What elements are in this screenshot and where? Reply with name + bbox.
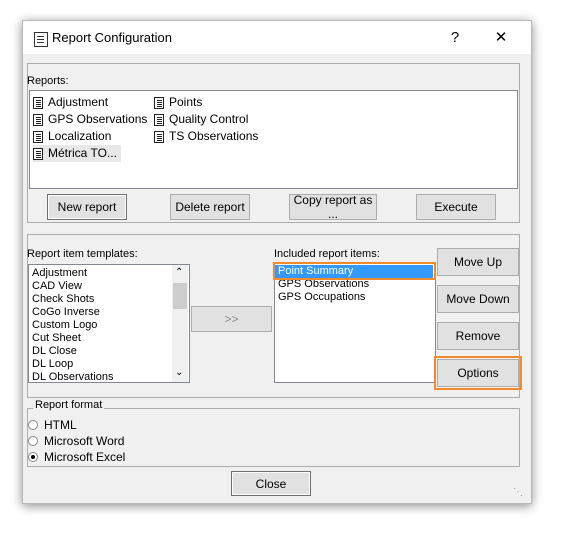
remove-button[interactable]: Remove — [437, 322, 519, 350]
move-up-button[interactable]: Move Up — [437, 248, 519, 276]
report-item[interactable]: GPS Observations — [33, 111, 147, 128]
report-item[interactable]: TS Observations — [154, 128, 258, 145]
add-item-button[interactable]: >> — [191, 306, 272, 332]
format-option-html[interactable]: HTML — [28, 418, 77, 432]
execute-button[interactable]: Execute — [416, 194, 496, 220]
close-icon[interactable]: ✕ — [479, 21, 523, 54]
scroll-down-icon[interactable]: ⌄ — [175, 367, 183, 378]
radio-button[interactable] — [28, 420, 38, 430]
selection-highlight — [273, 262, 436, 280]
report-configuration-dialog: Report Configuration ? ✕ Reports: Adjust… — [22, 20, 532, 504]
radio-button-selected[interactable] — [28, 452, 38, 462]
scroll-thumb[interactable] — [173, 283, 187, 309]
close-button[interactable]: Close — [231, 471, 311, 496]
report-document-icon — [33, 130, 43, 143]
reports-label: Reports: — [27, 75, 69, 87]
report-document-icon — [33, 96, 43, 109]
report-item[interactable]: Quality Control — [154, 111, 248, 128]
title-bar: Report Configuration ? ✕ — [23, 21, 531, 54]
delete-report-button[interactable]: Delete report — [170, 194, 250, 220]
report-document-icon — [33, 113, 43, 126]
included-item[interactable]: GPS Occupations — [275, 291, 433, 304]
templates-label: Report item templates: — [27, 248, 138, 260]
template-item[interactable]: Cut Sheet — [29, 332, 171, 345]
reports-list[interactable]: Adjustment Points GPS Observations Quali… — [29, 90, 518, 189]
template-item[interactable]: Check Shots — [29, 293, 171, 306]
new-report-button[interactable]: New report — [47, 194, 127, 220]
template-item[interactable]: DL Loop — [29, 358, 171, 371]
template-item[interactable]: DL Close — [29, 345, 171, 358]
template-item[interactable]: CAD View — [29, 280, 171, 293]
report-document-icon — [34, 32, 48, 47]
format-option-excel[interactable]: Microsoft Excel — [28, 450, 125, 464]
help-button[interactable]: ? — [433, 21, 477, 54]
templates-list[interactable]: Adjustment CAD View Check Shots CoGo Inv… — [28, 264, 190, 383]
copy-report-button[interactable]: Copy report as ... — [289, 193, 377, 221]
report-format-label: Report format — [33, 399, 105, 411]
report-item[interactable]: Localization — [33, 128, 111, 145]
included-list[interactable]: Point Summary GPS Observations GPS Occup… — [274, 263, 436, 383]
report-document-icon — [154, 113, 164, 126]
move-down-button[interactable]: Move Down — [437, 285, 519, 313]
report-document-icon — [33, 147, 43, 160]
radio-button[interactable] — [28, 436, 38, 446]
window-title: Report Configuration — [52, 30, 172, 45]
format-option-word[interactable]: Microsoft Word — [28, 434, 124, 448]
report-item[interactable]: Points — [154, 94, 202, 111]
templates-scrollbar[interactable]: ⌃ ⌄ — [172, 265, 188, 382]
template-item[interactable]: CoGo Inverse — [29, 306, 171, 319]
report-item-selected[interactable]: Métrica TO... — [33, 145, 121, 162]
resize-grip-icon[interactable]: ⋱ — [513, 487, 523, 498]
template-item[interactable]: Adjustment — [29, 267, 171, 280]
template-item[interactable]: DL Observations — [29, 371, 171, 382]
report-item[interactable]: Adjustment — [33, 94, 108, 111]
included-label: Included report items: — [274, 248, 380, 260]
template-item[interactable]: Custom Logo — [29, 319, 171, 332]
options-highlight — [434, 356, 522, 390]
report-document-icon — [154, 96, 164, 109]
report-document-icon — [154, 130, 164, 143]
scroll-up-icon[interactable]: ⌃ — [175, 267, 183, 278]
